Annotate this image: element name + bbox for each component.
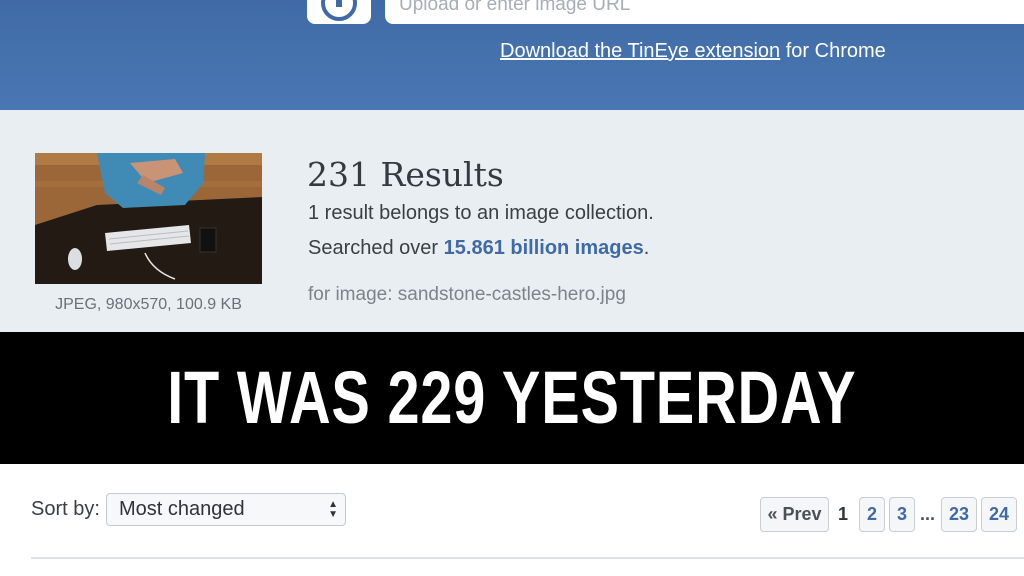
select-arrows-icon: ▲ ▼ [328,499,338,520]
searched-count: 15.861 billion images [443,237,644,259]
extension-download-link[interactable]: Download the TinEye extension [500,40,780,62]
prev-page-button[interactable]: « Prev [760,497,829,532]
results-count-heading: 231 Results [307,155,504,194]
query-image-thumbnail[interactable] [35,153,262,284]
page-23-button[interactable]: 23 [941,497,977,532]
sort-label: Sort by: [31,498,100,520]
current-page: 1 [838,504,849,524]
sort-selected-value: Most changed [119,498,245,520]
searched-over-text: Searched over 15.861 billion images. [308,237,649,260]
thumbnail-caption: JPEG, 980x570, 100.9 KB [55,296,242,313]
page-2-button[interactable]: 2 [859,497,885,532]
section-divider [31,557,1024,559]
sort-select[interactable]: Most changed ▲ ▼ [106,493,346,526]
upload-icon [321,0,357,21]
extension-promo: Download the TinEye extension for Chrome [500,40,1020,63]
extension-suffix: for Chrome [780,40,886,62]
results-summary: JPEG, 980x570, 100.9 KB 231 Results 1 re… [0,110,1024,332]
page-24-button[interactable]: 24 [981,497,1017,532]
caption-banner-text: It was 229 yesterday [167,356,857,439]
caption-banner: It was 229 yesterday [0,332,1024,464]
searched-prefix: Searched over [308,237,444,259]
query-filename: for image: sandstone-castles-hero.jpg [308,284,626,305]
page-3-button[interactable]: 3 [889,497,915,532]
searched-suffix: . [643,237,650,259]
header-bar: Download the TinEye extension for Chrome [0,0,1024,110]
upload-button[interactable] [307,0,371,24]
desk-photo [35,153,262,284]
collection-note: 1 result belongs to an image collection. [308,202,654,224]
page-ellipsis: ... [920,504,936,524]
image-url-input[interactable] [385,0,1024,24]
